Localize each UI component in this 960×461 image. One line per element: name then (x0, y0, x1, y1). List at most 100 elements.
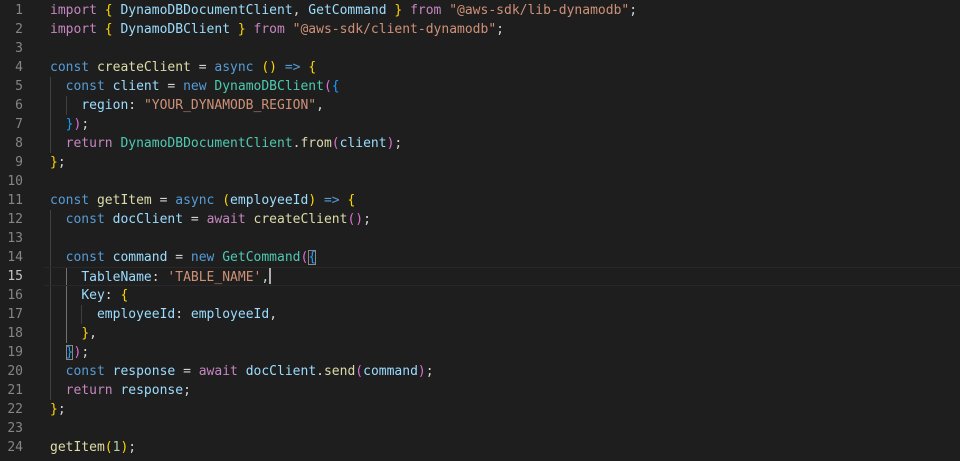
code-token: from (300, 136, 332, 151)
line-number: 2 (15, 22, 23, 37)
line-code[interactable]: import { DynamoDBClient } from "@aws-sdk… (50, 20, 504, 39)
line-code[interactable]: }); (50, 115, 89, 134)
code-token: return (65, 383, 113, 398)
code-line[interactable]: 5 const client = new DynamoDBClient({ (0, 77, 960, 96)
code-token: GetCommand (308, 3, 387, 18)
code-token: = (175, 364, 199, 379)
code-line[interactable]: 12 const docClient = await createClient(… (0, 210, 960, 229)
code-token: const (65, 364, 105, 379)
line-number: 10 (7, 174, 23, 189)
line-code[interactable]: const docClient = await createClient(); (50, 210, 371, 229)
code-token: from (253, 22, 285, 37)
line-code[interactable]: }); (50, 343, 89, 362)
code-token: employeeId (230, 193, 309, 208)
line-code[interactable]: const response = await docClient.send(co… (50, 362, 434, 381)
code-line[interactable]: 13 (0, 229, 960, 248)
code-line[interactable]: 20 const response = await docClient.send… (0, 362, 960, 381)
code-token: : (104, 288, 121, 303)
code-token: region (81, 98, 129, 113)
code-token: , (316, 98, 324, 113)
line-code[interactable]: getItem(1); (50, 438, 136, 457)
code-token: 'TABLE_NAME' (167, 270, 262, 285)
code-token: = (190, 60, 215, 75)
code-line[interactable]: 1 import { DynamoDBDocumentClient, GetCom… (0, 1, 960, 20)
line-code[interactable]: employeeId: employeeId, (50, 305, 277, 324)
line-code[interactable]: region: "YOUR_DYNAMODB_REGION", (50, 96, 324, 115)
code-line[interactable]: 6 region: "YOUR_DYNAMODB_REGION", (0, 96, 960, 115)
code-token: Key (81, 288, 105, 303)
code-token: ; (81, 345, 90, 360)
code-line[interactable]: 14 const command = new GetCommand({ (0, 248, 960, 267)
line-code[interactable]: }; (50, 153, 66, 172)
line-number: 16 (7, 288, 23, 303)
code-line[interactable]: 10 (0, 172, 960, 191)
code-token: DynamoDBClient (120, 22, 231, 37)
code-editor[interactable]: 1 import { DynamoDBDocumentClient, GetCom… (0, 0, 960, 461)
line-code[interactable]: Key: { (50, 286, 128, 305)
code-token: await (206, 212, 246, 227)
line-code[interactable]: const createClient = async () => { (50, 58, 316, 77)
code-line[interactable]: 15 TableName: 'TABLE_NAME', (0, 267, 960, 286)
code-token: () (347, 212, 364, 227)
code-token: command (112, 250, 168, 265)
line-code[interactable]: const getItem = async (employeeId) => { (50, 191, 355, 210)
line-code[interactable]: const command = new GetCommand({ (50, 248, 317, 267)
line-number: 13 (7, 231, 23, 246)
code-token: , (89, 326, 97, 341)
code-line[interactable]: 7 }); (0, 115, 960, 134)
code-token: ( (331, 136, 340, 151)
code-line[interactable]: 22}; (0, 400, 960, 419)
line-number: 23 (7, 421, 23, 436)
code-token: docClient (112, 212, 184, 227)
code-line[interactable]: 4 const createClient = async () => { (0, 58, 960, 77)
code-token: { (308, 60, 317, 75)
code-line[interactable]: 18 }, (0, 324, 960, 343)
line-code[interactable]: const client = new DynamoDBClient({ (50, 77, 340, 96)
code-token: "YOUR_DYNAMODB_REGION" (143, 98, 317, 113)
line-code[interactable]: return DynamoDBDocumentClient.from(clien… (50, 134, 403, 153)
code-token: const (65, 250, 105, 265)
code-token: ; (57, 155, 66, 170)
code-token: employeeId (96, 307, 176, 322)
code-line[interactable]: 19 }); (0, 343, 960, 362)
code-token: , (292, 3, 309, 18)
code-token: { (308, 250, 317, 265)
code-token: = (159, 79, 184, 94)
code-token: ; (57, 402, 66, 417)
code-line[interactable]: 8 return DynamoDBDocumentClient.from(cli… (0, 134, 960, 153)
code-token: response (112, 364, 176, 379)
line-number: 15 (7, 269, 23, 284)
code-token: return (65, 136, 113, 151)
line-code[interactable]: import { DynamoDBDocumentClient, GetComm… (50, 1, 637, 20)
code-line[interactable]: 16 Key: { (0, 286, 960, 305)
code-line[interactable]: 9}; (0, 153, 960, 172)
line-code[interactable]: TableName: 'TABLE_NAME', (50, 267, 272, 287)
line-code[interactable]: }, (50, 324, 97, 343)
code-line[interactable]: 11 const getItem = async (employeeId) => … (0, 191, 960, 210)
code-token: createClient (96, 60, 191, 75)
line-code[interactable]: }; (50, 400, 66, 419)
code-line[interactable]: 23 (0, 419, 960, 438)
code-token: : (151, 270, 168, 285)
code-token: ; (496, 22, 504, 37)
code-token: . (316, 364, 324, 379)
code-token: ; (128, 440, 137, 455)
code-token: DynamoDBDocumentClient (120, 3, 293, 18)
code-token: import (50, 3, 97, 18)
code-token: new (190, 250, 215, 265)
code-line[interactable]: 2 import { DynamoDBClient } from "@aws-sd… (0, 20, 960, 39)
code-line[interactable]: 17 employeeId: employeeId, (0, 305, 960, 324)
code-line[interactable]: 21 return response; (0, 381, 960, 400)
code-line[interactable]: 24 getItem(1); (0, 438, 960, 457)
code-line[interactable]: 3 (0, 39, 960, 58)
line-code[interactable]: return response; (50, 381, 191, 400)
